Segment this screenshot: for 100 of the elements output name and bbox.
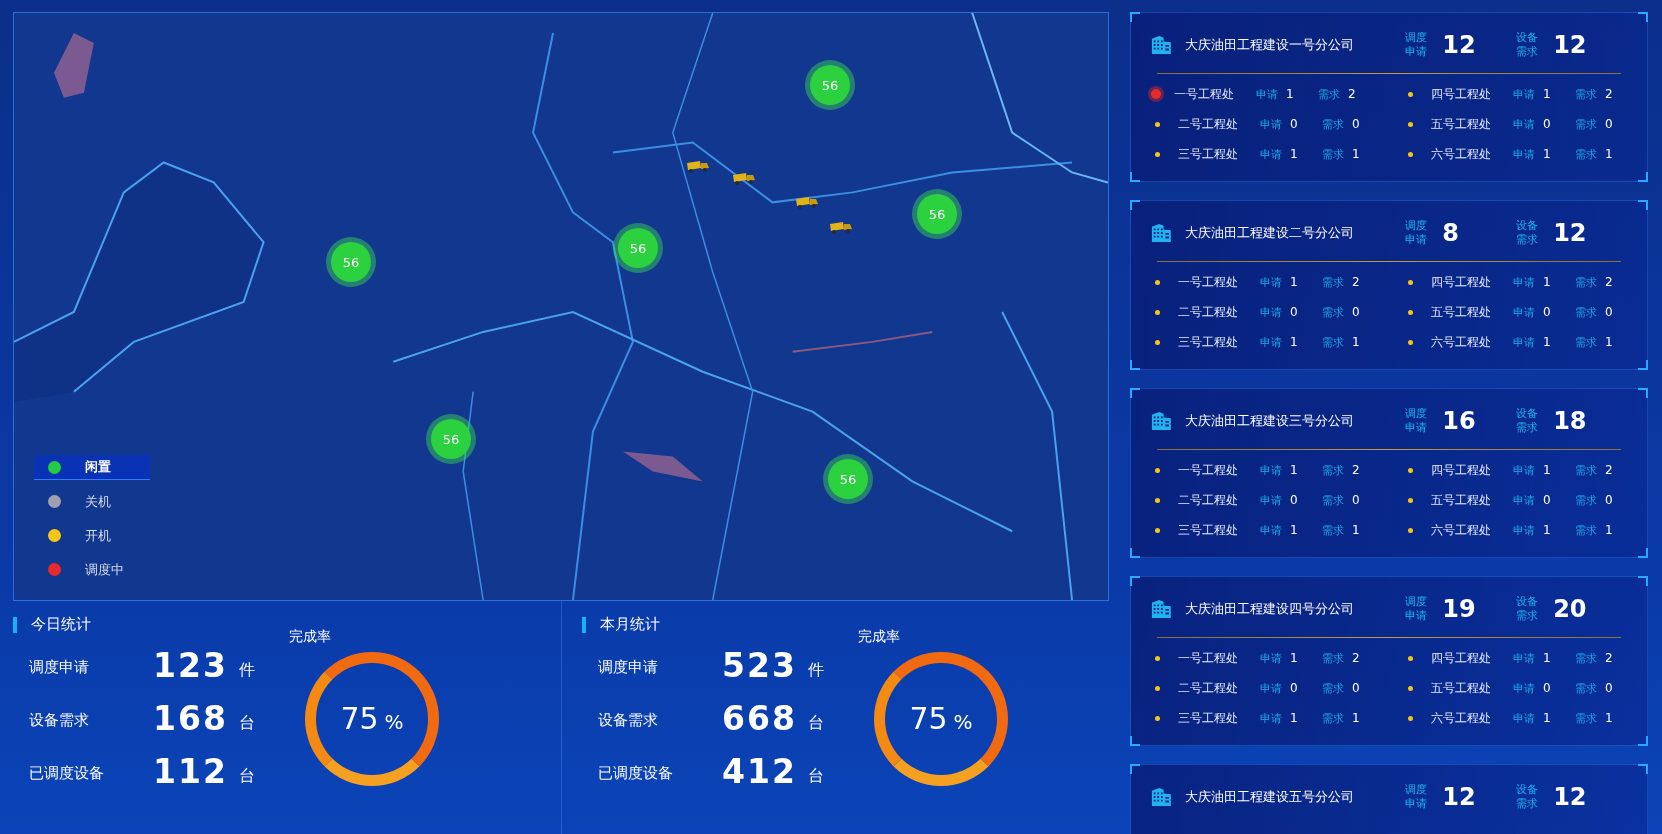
demand-label: 需求 — [1575, 680, 1598, 696]
section-title: 本月统计 — [600, 615, 660, 634]
office-name: 六号工程处 — [1431, 333, 1492, 351]
apply-count: 0 — [1543, 681, 1552, 695]
demand-label: 需求 — [1575, 522, 1598, 538]
demand-count: 2 — [1605, 87, 1614, 101]
demand-count: 2 — [1352, 463, 1361, 477]
corner-bracket — [1130, 360, 1140, 370]
stat-label: 已调度设备 — [29, 764, 105, 784]
stat-value: 412 — [722, 752, 792, 791]
apply-label: 申请 — [1260, 334, 1283, 350]
corner-bracket — [1130, 736, 1140, 746]
legend-item[interactable]: 开机 — [34, 523, 150, 548]
office-name: 一号工程处 — [1174, 85, 1235, 103]
corner-bracket — [1638, 764, 1648, 774]
apply-label: 申请 — [1513, 334, 1536, 350]
demand-label: 需求 — [1318, 86, 1341, 102]
demand-label: 设备需求 — [1516, 31, 1540, 59]
demand-label: 设备需求 — [1516, 783, 1540, 811]
company-name: 大庆油田工程建设三号分公司 — [1184, 412, 1355, 430]
apply-label: 申请 — [1513, 522, 1536, 538]
apply-count: 0 — [1290, 117, 1299, 131]
office-name: 四号工程处 — [1431, 461, 1492, 479]
demand-label: 需求 — [1575, 146, 1598, 162]
apply-label: 申请 — [1513, 116, 1536, 132]
apply-count: 0 — [1543, 305, 1552, 319]
apply-count: 1 — [1543, 651, 1552, 665]
legend-item[interactable]: 关机 — [34, 489, 150, 514]
apply-count: 12 — [1441, 783, 1477, 811]
office-name: 二号工程处 — [1178, 115, 1239, 133]
legend-item[interactable]: 闲置 — [34, 455, 150, 480]
apply-label: 调度申请 — [1405, 595, 1429, 623]
demand-label: 需求 — [1322, 650, 1345, 666]
building-icon — [1151, 34, 1173, 56]
apply-label: 申请 — [1513, 492, 1536, 508]
demand-label: 需求 — [1322, 492, 1345, 508]
truck-icon[interactable] — [829, 220, 853, 234]
apply-label: 申请 — [1513, 680, 1536, 696]
demand-count: 2 — [1352, 275, 1361, 289]
apply-label: 申请 — [1513, 650, 1536, 666]
office-name: 三号工程处 — [1178, 521, 1239, 539]
apply-label: 申请 — [1513, 274, 1536, 290]
legend-item[interactable]: 调度中 — [34, 557, 150, 582]
apply-label: 申请 — [1260, 304, 1283, 320]
apply-label: 申请 — [1256, 86, 1279, 102]
rate-unit: % — [384, 708, 404, 734]
demand-count: 0 — [1605, 305, 1614, 319]
office-name: 四号工程处 — [1431, 85, 1492, 103]
demand-count: 12 — [1552, 31, 1588, 59]
office-name: 二号工程处 — [1178, 303, 1239, 321]
apply-label: 申请 — [1260, 274, 1283, 290]
apply-count: 0 — [1290, 681, 1299, 695]
demand-label: 需求 — [1322, 462, 1345, 478]
apply-count: 1 — [1290, 651, 1299, 665]
apply-label: 调度申请 — [1405, 31, 1429, 59]
truck-icon[interactable] — [795, 195, 819, 209]
stat-unit: 台 — [238, 766, 255, 787]
truck-icon[interactable] — [732, 171, 756, 185]
demand-label: 设备需求 — [1516, 407, 1540, 435]
demand-count: 12 — [1552, 783, 1588, 811]
legend-label: 调度中 — [85, 560, 124, 579]
corner-bracket — [1130, 576, 1140, 586]
legend-label: 关机 — [85, 492, 111, 511]
office-name: 三号工程处 — [1178, 145, 1239, 163]
demand-count: 0 — [1605, 493, 1614, 507]
apply-label: 申请 — [1513, 462, 1536, 478]
legend-label: 开机 — [85, 526, 111, 545]
stat-label: 调度申请 — [29, 658, 90, 678]
corner-bracket — [1130, 172, 1140, 182]
section-title: 今日统计 — [31, 615, 91, 634]
rate-label: 完成率 — [858, 627, 901, 646]
stat-label: 已调度设备 — [598, 764, 674, 784]
apply-label: 申请 — [1260, 680, 1283, 696]
company-name: 大庆油田工程建设二号分公司 — [1184, 224, 1355, 242]
apply-count: 1 — [1290, 335, 1299, 349]
apply-count: 1 — [1543, 335, 1552, 349]
stat-value: 523 — [722, 646, 792, 685]
corner-bracket — [1638, 172, 1648, 182]
apply-count: 1 — [1543, 463, 1552, 477]
office-name: 四号工程处 — [1431, 273, 1492, 291]
office-name: 一号工程处 — [1178, 649, 1239, 667]
demand-label: 需求 — [1322, 710, 1345, 726]
stat-unit: 件 — [807, 660, 824, 681]
corner-bracket — [1130, 200, 1140, 210]
office-name: 二号工程处 — [1178, 491, 1239, 509]
apply-count: 1 — [1543, 275, 1552, 289]
apply-label: 调度申请 — [1405, 219, 1429, 247]
demand-count: 1 — [1352, 147, 1361, 161]
demand-count: 0 — [1352, 493, 1361, 507]
company-name: 大庆油田工程建设五号分公司 — [1184, 788, 1355, 806]
office-name: 一号工程处 — [1178, 461, 1239, 479]
truck-icon[interactable] — [686, 159, 710, 173]
apply-count: 1 — [1290, 523, 1299, 537]
stat-value: 123 — [153, 646, 223, 685]
demand-label: 需求 — [1322, 304, 1345, 320]
stat-unit: 台 — [807, 766, 824, 787]
office-name: 五号工程处 — [1431, 491, 1492, 509]
apply-count: 1 — [1290, 147, 1299, 161]
apply-count: 0 — [1290, 493, 1299, 507]
demand-count: 20 — [1552, 595, 1588, 623]
